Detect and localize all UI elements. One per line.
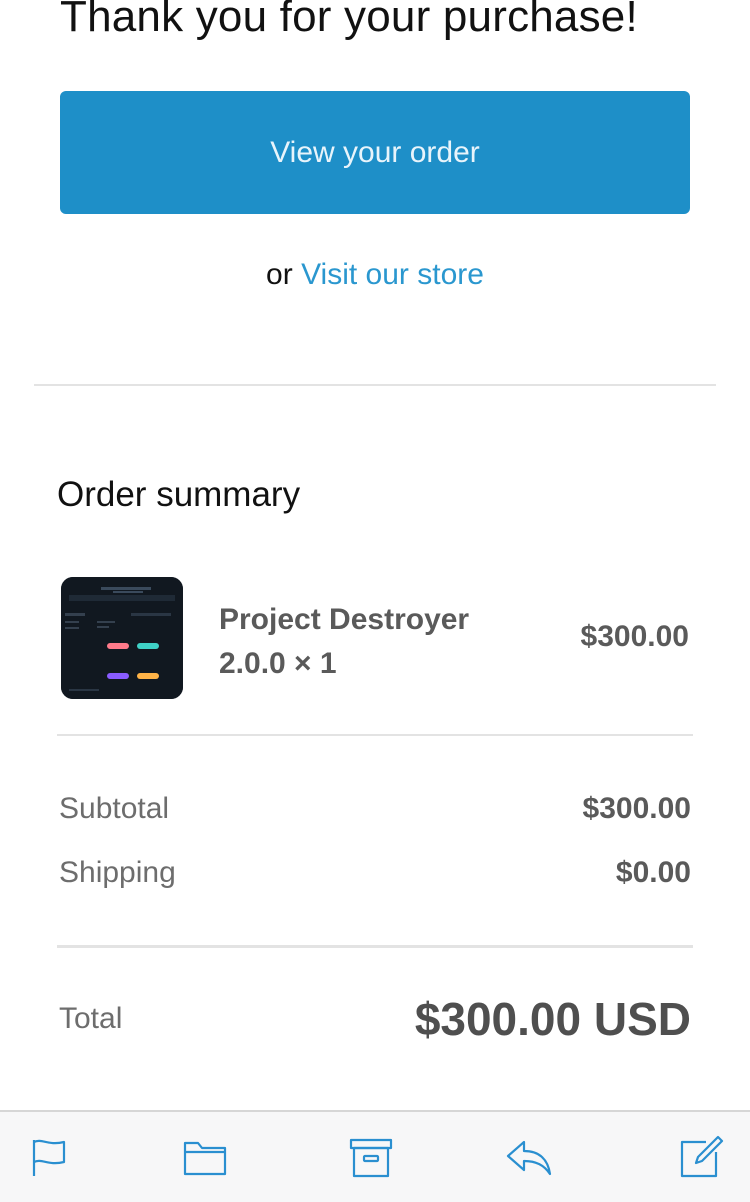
shipping-label: Shipping [59, 856, 176, 889]
order-summary-title: Order summary [57, 475, 301, 514]
compose-button[interactable] [678, 1134, 724, 1180]
subtotal-label: Subtotal [59, 792, 170, 825]
totals-divider [57, 945, 693, 948]
mail-toolbar [0, 1110, 750, 1202]
product-name: Project Destroyer 2.0.0 × 1 [219, 598, 519, 686]
product-price: $300.00 [580, 620, 689, 653]
item-divider [57, 734, 693, 736]
archive-icon [349, 1138, 393, 1178]
subtotal-value: $300.00 [582, 792, 691, 825]
flag-icon [32, 1139, 66, 1176]
folder-icon [183, 1141, 227, 1176]
total-value: $300.00 USD [414, 993, 691, 1045]
reply-button[interactable] [504, 1134, 552, 1180]
total-label: Total [59, 1002, 123, 1035]
product-title: Project Destroyer [219, 603, 470, 636]
page-title: Thank you for your purchase! [60, 0, 638, 41]
visit-store-row: or Visit our store [0, 258, 750, 292]
flag-button[interactable] [26, 1134, 72, 1180]
product-variant-qty: 2.0.0 × 1 [219, 647, 337, 680]
reply-icon [506, 1140, 552, 1176]
shipping-value: $0.00 [615, 856, 691, 889]
product-thumbnail [61, 577, 183, 699]
section-divider [34, 384, 716, 386]
compose-icon [680, 1135, 724, 1178]
or-text: or [266, 258, 293, 291]
archive-button[interactable] [348, 1134, 394, 1180]
move-to-folder-button[interactable] [182, 1134, 228, 1180]
visit-store-link[interactable]: Visit our store [301, 258, 484, 291]
view-order-button[interactable]: View your order [60, 91, 690, 214]
